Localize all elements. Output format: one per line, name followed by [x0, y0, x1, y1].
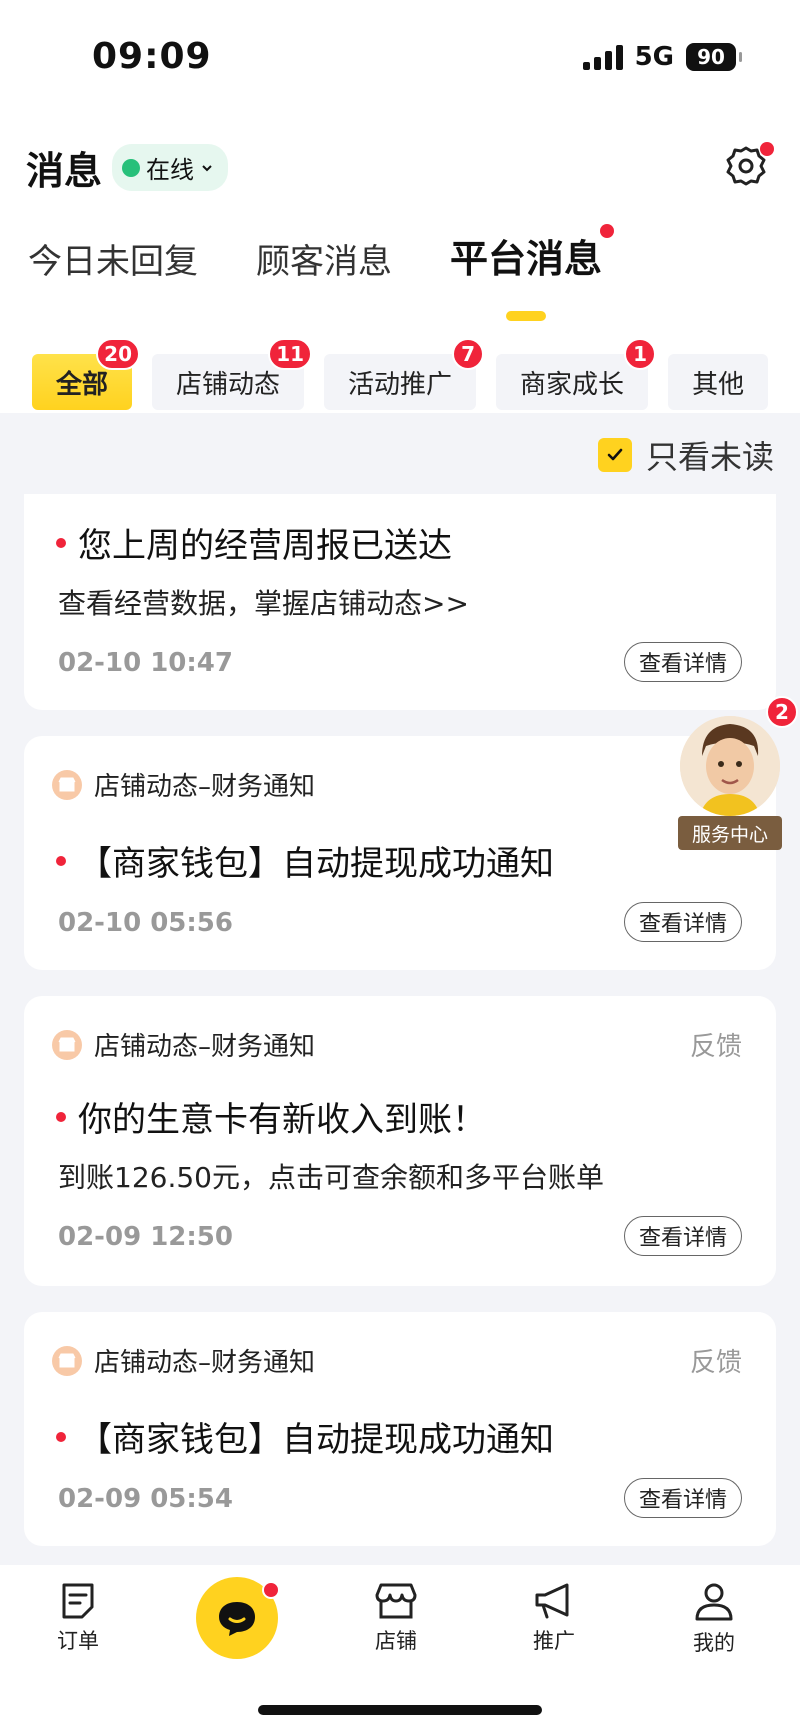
message-subtitle: 到账126.50元，点击可查余额和多平台账单 [58, 1161, 604, 1194]
settings-button[interactable] [722, 142, 774, 190]
order-icon [62, 1583, 94, 1619]
unread-dot [56, 1431, 66, 1442]
profile-icon [695, 1583, 733, 1621]
message-time: 02-09 05:54 [58, 1484, 233, 1514]
unread-dot [56, 1111, 66, 1122]
view-details-button[interactable]: 查看详情 [624, 642, 742, 682]
message-card[interactable]: 店铺动态–财务通知 反馈 你的生意卡有新收入到账！ 到账126.50元，点击可查… [24, 996, 776, 1286]
tab-notification-dot [600, 224, 615, 238]
megaphone-icon [535, 1583, 569, 1619]
chip-other[interactable]: 其他 [668, 354, 769, 410]
chip-label: 其他 [692, 369, 745, 400]
home-indicator[interactable] [258, 1705, 542, 1715]
message-title-text: 【商家钱包】自动提现成功通知 [78, 1420, 554, 1460]
active-tab-indicator [506, 311, 546, 321]
title-row: 消息 在线 [26, 140, 229, 195]
chip-merchant-growth[interactable]: 商家成长 1 [496, 338, 657, 410]
status-time: 09:09 [92, 36, 212, 77]
message-source-text: 店铺动态–财务通知 [94, 1348, 316, 1378]
check-icon [607, 448, 623, 461]
message-title-text: 你的生意卡有新收入到账！ [78, 1100, 486, 1140]
chip-label: 活动推广 [348, 369, 453, 400]
unread-dot [56, 855, 66, 866]
message-card[interactable]: 您上周的经营周报已送达 查看经营数据，掌握店铺动态>> 02-10 10:47 … [24, 494, 776, 710]
feedback-link[interactable]: 反馈 [690, 1342, 742, 1379]
unread-dot [56, 537, 66, 548]
category-chips: 全部 20 店铺动态 11 活动推广 7 商家成长 1 其他 [32, 336, 800, 410]
chip-badge: 1 [624, 338, 657, 370]
message-source-text: 店铺动态–财务通知 [94, 772, 316, 802]
message-source: 店铺动态–财务通知 [52, 766, 315, 803]
message-time: 02-10 10:47 [58, 648, 233, 678]
chip-promotions[interactable]: 活动推广 7 [324, 338, 485, 410]
nav-messages-dot [262, 1581, 280, 1599]
message-title: 你的生意卡有新收入到账！ [56, 1092, 486, 1141]
service-center-button[interactable]: 服务中心 2 [676, 696, 798, 856]
tab-platform-messages[interactable]: 平台消息 [450, 224, 615, 321]
message-title: 【商家钱包】自动提现成功通知 [56, 836, 554, 885]
service-center-badge: 2 [766, 696, 798, 728]
chip-badge: 7 [452, 338, 485, 370]
header: 消息 在线 今日未回复 顾客消息 平台消息 全部 20 店铺动态 11 活动推广… [0, 118, 800, 413]
view-details-button[interactable]: 查看详情 [624, 1478, 742, 1518]
online-status-dropdown[interactable]: 在线 [112, 144, 229, 191]
chip-badge: 20 [96, 338, 141, 370]
message-tabs: 今日未回复 顾客消息 平台消息 [28, 224, 615, 321]
nav-store-label: 店铺 [375, 1629, 417, 1653]
page-title: 消息 [26, 149, 103, 193]
message-source: 店铺动态–财务通知 [52, 1342, 315, 1379]
message-source-text: 店铺动态–财务通知 [94, 1032, 316, 1062]
chip-all[interactable]: 全部 20 [32, 338, 141, 410]
tab-unreplied-today[interactable]: 今日未回复 [28, 234, 198, 283]
unread-only-checkbox[interactable] [597, 438, 632, 472]
nav-promotion[interactable]: 推广 [504, 1581, 604, 1655]
nav-messages[interactable] [196, 1577, 280, 1659]
message-title: 【商家钱包】自动提现成功通知 [56, 1412, 554, 1461]
chevron-down-icon [202, 164, 212, 171]
store-icon [52, 1345, 82, 1376]
nav-orders-label: 订单 [57, 1629, 99, 1653]
nav-orders[interactable]: 订单 [28, 1581, 128, 1655]
feedback-link[interactable]: 反馈 [690, 1026, 742, 1063]
chip-label: 商家成长 [520, 369, 625, 400]
nav-promotion-label: 推广 [533, 1629, 575, 1653]
message-title-text: 您上周的经营周报已送达 [78, 526, 452, 566]
online-status-label: 在线 [146, 156, 195, 184]
status-bar: 09:09 5G 90 [0, 0, 800, 118]
chip-label: 店铺动态 [176, 369, 281, 400]
message-title: 您上周的经营周报已送达 [56, 518, 452, 567]
chip-badge: 11 [268, 338, 313, 370]
service-avatar [680, 716, 780, 816]
status-indicators: 5G 90 [582, 42, 742, 72]
nav-store[interactable]: 店铺 [346, 1581, 446, 1655]
network-type: 5G [634, 42, 674, 72]
message-card[interactable]: 店铺动态–财务通知 【商家钱包】自动提现成功通知 02-10 05:56 查看详… [24, 736, 776, 970]
chip-store-updates[interactable]: 店铺动态 11 [152, 338, 313, 410]
message-bubble-icon [219, 1602, 255, 1636]
tab-customer-messages[interactable]: 顾客消息 [256, 234, 392, 283]
service-center-label: 服务中心 [678, 816, 782, 850]
unread-only-label: 只看未读 [645, 438, 774, 476]
store-icon [52, 1029, 82, 1060]
message-source: 店铺动态–财务通知 [52, 1026, 315, 1063]
view-details-button[interactable]: 查看详情 [624, 902, 742, 942]
settings-notification-dot [760, 142, 774, 156]
nav-profile-label: 我的 [693, 1631, 735, 1655]
nav-profile[interactable]: 我的 [664, 1581, 764, 1657]
message-subtitle: 查看经营数据，掌握店铺动态>> [58, 587, 469, 620]
chip-label: 全部 [56, 369, 109, 400]
message-title-text: 【商家钱包】自动提现成功通知 [78, 844, 554, 884]
message-card[interactable]: 店铺动态–财务通知 反馈 【商家钱包】自动提现成功通知 02-09 05:54 … [24, 1312, 776, 1546]
online-dot-icon [122, 158, 141, 177]
tab-platform-messages-label: 平台消息 [450, 237, 603, 281]
signal-icon [582, 44, 623, 70]
store-icon [52, 769, 82, 800]
store-icon [375, 1583, 417, 1619]
message-time: 02-09 12:50 [58, 1222, 233, 1252]
battery-icon: 90 [686, 43, 742, 71]
view-details-button[interactable]: 查看详情 [624, 1216, 742, 1256]
message-time: 02-10 05:56 [58, 908, 233, 938]
unread-only-filter[interactable]: 只看未读 [597, 432, 774, 478]
